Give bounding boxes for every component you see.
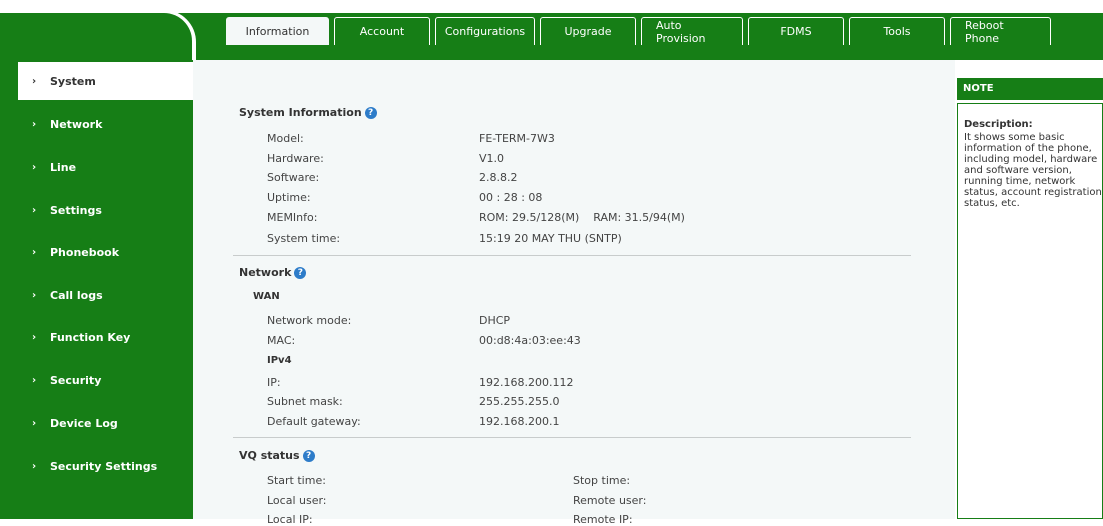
sidebar: › System › Network › Line › Settings › P…: [0, 60, 193, 519]
sidebar-item-label: System: [50, 74, 96, 88]
sidebar-item-label: Device Log: [50, 416, 118, 430]
tab-reboot-phone[interactable]: Reboot Phone: [950, 17, 1051, 45]
chevron-right-icon: ›: [32, 331, 37, 343]
start-time-label: Start time:: [267, 474, 326, 487]
chevron-right-icon: ›: [32, 289, 37, 301]
section-title-text: System Information: [239, 106, 362, 119]
sidebar-item-settings[interactable]: › Settings: [18, 191, 193, 229]
sidebar-item-label: Line: [50, 160, 77, 174]
logo-area: [0, 13, 192, 60]
system-time-value: 15:19 20 MAY THU (SNTP): [479, 232, 622, 245]
tab-bar-underline: [196, 46, 1103, 60]
help-icon[interactable]: ?: [364, 106, 377, 119]
system-information-heading: System Information ?: [239, 106, 377, 119]
meminfo-label: MEMInfo:: [267, 211, 318, 224]
system-time-label: System time:: [267, 232, 341, 245]
vq-status-heading: VQ status ?: [239, 449, 315, 462]
model-label: Model:: [267, 132, 304, 145]
network-mode-value: DHCP: [479, 314, 511, 327]
ip-value: 192.168.200.112: [479, 376, 574, 389]
chevron-right-icon: ›: [32, 374, 37, 386]
sidebar-item-label: Settings: [50, 203, 102, 217]
tab-configurations[interactable]: Configurations: [435, 17, 535, 45]
sidebar-item-label: Function Key: [50, 330, 131, 344]
section-title-text: Network: [239, 266, 292, 279]
tab-tools[interactable]: Tools: [849, 17, 945, 45]
sidebar-item-label: Security: [50, 373, 102, 387]
sidebar-item-security[interactable]: › Security: [18, 361, 193, 399]
tab-information[interactable]: Information: [226, 17, 329, 45]
default-gateway-label: Default gateway:: [267, 415, 361, 428]
stop-time-label: Stop time:: [573, 474, 631, 487]
tab-auto-provision[interactable]: Auto Provision: [641, 17, 743, 45]
section-divider: [233, 437, 911, 438]
sidebar-item-label: Network: [50, 117, 103, 131]
network-heading: Network ?: [239, 266, 307, 279]
sidebar-item-function-key[interactable]: › Function Key: [18, 318, 193, 356]
mac-value: 00:d8:4a:03:ee:43: [479, 334, 581, 347]
local-ip-label: Local IP:: [267, 513, 313, 526]
model-value: FE-TERM-7W3: [479, 132, 555, 145]
sidebar-item-line[interactable]: › Line: [18, 148, 193, 186]
subnet-mask-label: Subnet mask:: [267, 395, 343, 408]
sidebar-item-label: Call logs: [50, 288, 103, 302]
main-tabs: Information Account Configurations Upgra…: [226, 17, 1056, 47]
sidebar-item-call-logs[interactable]: › Call logs: [18, 276, 193, 314]
note-description-text: It shows some basic information of the p…: [964, 132, 1102, 209]
tab-upgrade[interactable]: Upgrade: [540, 17, 636, 45]
chevron-right-icon: ›: [32, 460, 37, 472]
section-title-text: VQ status: [239, 449, 300, 462]
ip-label: IP:: [267, 376, 281, 389]
main-content: System Information ? Model: FE-TERM-7W3 …: [193, 60, 955, 526]
note-panel: NOTE Description: It shows some basic in…: [957, 60, 1103, 519]
remote-ip-label: Remote IP:: [573, 513, 633, 526]
top-bar: Information Account Configurations Upgra…: [0, 0, 1103, 60]
sidebar-item-security-settings[interactable]: › Security Settings: [18, 447, 193, 485]
chevron-right-icon: ›: [32, 161, 37, 173]
default-gateway-value: 192.168.200.1: [479, 415, 560, 428]
note-description-title: Description:: [964, 119, 1033, 130]
software-label: Software:: [267, 171, 320, 184]
chevron-right-icon: ›: [32, 118, 37, 130]
note-heading: NOTE: [957, 78, 1103, 100]
hardware-value: V1.0: [479, 152, 505, 165]
local-user-label: Local user:: [267, 494, 327, 507]
chevron-right-icon: ›: [32, 246, 37, 258]
tab-account[interactable]: Account: [334, 17, 430, 45]
chevron-right-icon: ›: [32, 417, 37, 429]
sidebar-item-label: Phonebook: [50, 245, 120, 259]
remote-user-label: Remote user:: [573, 494, 647, 507]
sidebar-item-network[interactable]: › Network: [18, 105, 193, 143]
mac-label: MAC:: [267, 334, 296, 347]
software-value: 2.8.8.2: [479, 171, 518, 184]
chevron-right-icon: ›: [32, 204, 37, 216]
sidebar-item-system[interactable]: › System: [18, 62, 193, 100]
wan-heading: WAN: [253, 291, 280, 302]
section-divider: [233, 255, 911, 256]
ipv4-heading: IPv4: [267, 355, 292, 366]
uptime-value: 00 : 28 : 08: [479, 191, 543, 204]
help-icon[interactable]: ?: [302, 449, 315, 462]
sidebar-item-device-log[interactable]: › Device Log: [18, 404, 193, 442]
chevron-right-icon: ›: [32, 75, 37, 87]
tab-fdms[interactable]: FDMS: [748, 17, 844, 45]
hardware-label: Hardware:: [267, 152, 324, 165]
uptime-label: Uptime:: [267, 191, 311, 204]
help-icon[interactable]: ?: [294, 266, 307, 279]
subnet-mask-value: 255.255.255.0: [479, 395, 560, 408]
meminfo-value: ROM: 29.5/128(M) RAM: 31.5/94(M): [479, 211, 685, 224]
sidebar-item-phonebook[interactable]: › Phonebook: [18, 233, 193, 271]
network-mode-label: Network mode:: [267, 314, 352, 327]
note-body: Description: It shows some basic informa…: [957, 103, 1103, 519]
sidebar-item-label: Security Settings: [50, 459, 158, 473]
